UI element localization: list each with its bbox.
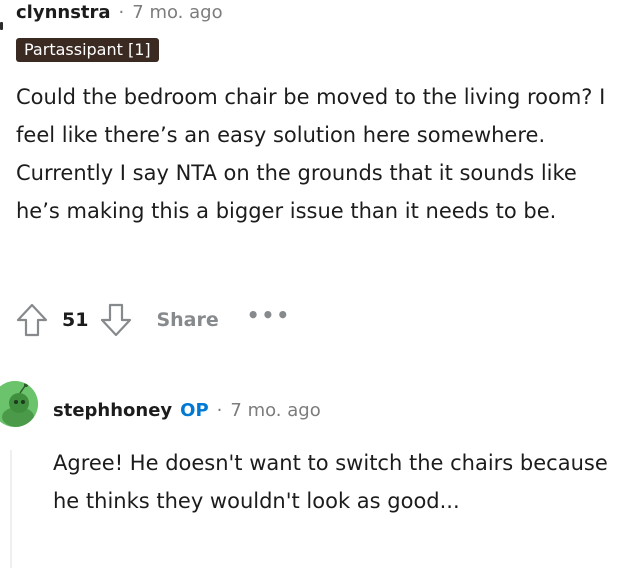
- reply-username[interactable]: stephhoney: [53, 396, 172, 426]
- comment-timestamp[interactable]: 7 mo. ago: [132, 0, 222, 26]
- reply-thread-line[interactable]: [10, 450, 12, 568]
- reply-meta: stephhoney OP · 7 mo. ago: [53, 396, 613, 426]
- meta-separator: ·: [118, 2, 125, 23]
- parent-thread-line: [0, 22, 3, 30]
- snoo-avatar-icon[interactable]: [0, 381, 38, 427]
- reply-body: Agree! He doesn't want to switch the cha…: [53, 451, 608, 513]
- user-flair: Partassipant [1]: [16, 38, 159, 62]
- upvote-arrow-icon[interactable]: [14, 300, 50, 340]
- reply-comment: stephhoney OP · 7 mo. ago Agree! He does…: [53, 396, 613, 520]
- reply-timestamp[interactable]: 7 mo. ago: [230, 396, 320, 426]
- comment-action-bar: 51 Share •••: [14, 298, 291, 342]
- comment-meta: clynnstra · 7 mo. ago: [16, 0, 616, 26]
- op-badge: OP: [180, 400, 209, 421]
- comment: clynnstra · 7 mo. ago Partassipant [1] C…: [16, 0, 616, 230]
- more-options-button[interactable]: •••: [247, 303, 291, 327]
- comment-body: Could the bedroom chair be moved to the …: [16, 85, 606, 223]
- share-button[interactable]: Share: [156, 309, 218, 331]
- comment-username[interactable]: clynnstra: [16, 0, 111, 26]
- meta-separator: ·: [216, 400, 223, 421]
- vote-count: 51: [62, 309, 89, 331]
- downvote-arrow-icon[interactable]: [98, 300, 134, 340]
